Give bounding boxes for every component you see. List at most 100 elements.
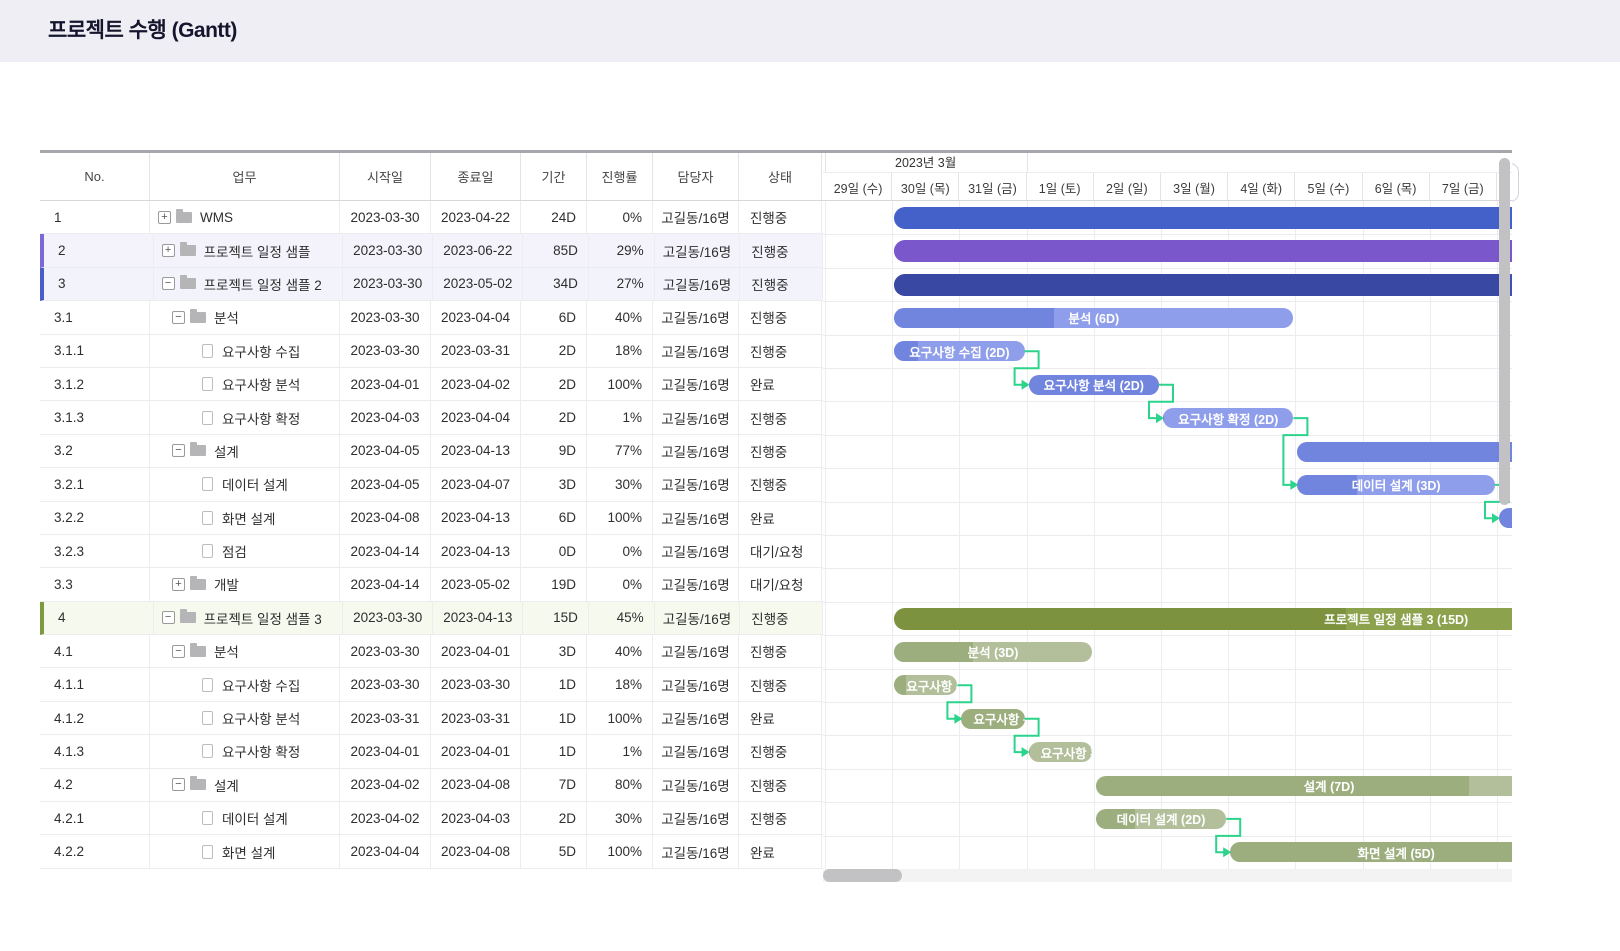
column-header: No. [40,153,150,200]
gantt-day-row: 29일 (수)30일 (목)31일 (금)1일 (토)2일 (일)3일 (월)4… [825,173,1497,201]
day-header-cell: 7일 (금) [1430,173,1497,201]
cell-progress: 0% [587,535,653,567]
cell-progress: 1% [587,735,653,767]
cell-assignee: 고길동/16명 [653,802,739,834]
dependency-line [947,685,971,718]
cell-start-date: 2023-04-03 [340,401,431,433]
table-row[interactable]: 1+WMS2023-03-302023-04-2224D0%고길동/16명진행중 [40,201,823,234]
table-row[interactable]: 3.2−설계2023-04-052023-04-139D77%고길동/16명진행… [40,435,823,468]
table-row[interactable]: 4.1−분석2023-03-302023-04-013D40%고길동/16명진행… [40,635,823,668]
cell-duration: 2D [521,368,587,400]
cell-no: 3.3 [40,568,150,600]
cell-progress: 30% [587,802,653,834]
cell-end-date: 2023-04-22 [431,201,521,233]
table-row[interactable]: 4.1.3요구사항 확정2023-04-012023-04-011D1%고길동/… [40,735,823,768]
file-icon [202,811,213,825]
table-row[interactable]: 4−프로젝트 일정 샘플 32023-03-302023-04-1315D45%… [40,602,823,635]
expand-icon[interactable]: + [162,244,175,257]
vertical-scrollbar[interactable] [1499,158,1510,505]
day-header-cell: 30일 (목) [892,173,959,201]
table-row[interactable]: 2+프로젝트 일정 샘플2023-03-302023-06-2285D29%고길… [40,234,823,267]
task-name: 설계 [214,775,239,795]
table-row[interactable]: 3.1.2요구사항 분석2023-04-012023-04-022D100%고길… [40,368,823,401]
cell-assignee: 고길동/16명 [653,435,739,467]
cell-no: 1 [40,201,150,233]
expand-icon[interactable]: + [172,578,185,591]
task-name: 화면 설계 [222,508,275,528]
collapse-icon[interactable]: − [172,778,185,791]
cell-start-date: 2023-03-30 [340,668,431,700]
gantt-month-label: 2023년 3월 [895,153,956,173]
collapse-icon[interactable]: − [172,444,185,457]
table-row[interactable]: 4.1.2요구사항 분석2023-03-312023-03-311D100%고길… [40,702,823,735]
cell-status: 진행중 [740,602,823,634]
dependency-line [1015,719,1039,752]
table-row[interactable]: 4.2.2화면 설계2023-04-042023-04-085D100%고길동/… [40,835,823,868]
collapse-icon[interactable]: − [162,277,175,290]
cell-no: 4.1.2 [40,702,150,734]
table-row[interactable]: 4.1.1요구사항 수집2023-03-302023-03-301D18%고길동… [40,668,823,701]
table-row[interactable]: 3.2.2화면 설계2023-04-082023-04-136D100%고길동/… [40,502,823,535]
folder-icon [180,612,196,623]
cell-end-date: 2023-04-07 [431,468,521,500]
cell-task: −분석 [150,301,340,333]
expand-icon[interactable]: + [158,211,171,224]
cell-task: +프로젝트 일정 샘플 [154,234,343,266]
table-row[interactable]: 3.1.1요구사항 수집2023-03-302023-03-312D18%고길동… [40,335,823,368]
cell-no: 2 [44,234,154,266]
task-name: 요구사항 확정 [222,741,300,761]
column-header: 종료일 [431,153,521,200]
cell-end-date: 2023-04-01 [431,735,521,767]
table-row[interactable]: 3−프로젝트 일정 샘플 22023-03-302023-05-0234D27%… [40,268,823,301]
cell-assignee: 고길동/16명 [653,835,739,867]
cell-start-date: 2023-03-30 [340,335,431,367]
cell-assignee: 고길동/16명 [655,234,741,266]
cell-start-date: 2023-04-05 [340,435,431,467]
cell-no: 4.2.1 [40,802,150,834]
table-row[interactable]: 4.2−설계2023-04-022023-04-087D80%고길동/16명진행… [40,769,823,802]
day-header-cell: 2일 (일) [1094,173,1161,201]
table-body: 1+WMS2023-03-302023-04-2224D0%고길동/16명진행중… [40,201,823,869]
collapse-icon[interactable]: − [162,611,175,624]
cell-no: 4.2 [40,769,150,801]
title-bar: 프로젝트 수행 (Gantt) [0,0,1620,62]
table-row[interactable]: 4.2.1데이터 설계2023-04-022023-04-032D30%고길동/… [40,802,823,835]
file-icon [202,678,213,692]
table-row[interactable]: 3.3+개발2023-04-142023-05-0219D0%고길동/16명대기… [40,568,823,601]
cell-progress: 100% [587,368,653,400]
cell-duration: 0D [521,535,587,567]
horizontal-scrollbar-thumb[interactable] [823,869,902,882]
cell-no: 4 [44,602,154,634]
table-row[interactable]: 3.1−분석2023-03-302023-04-046D40%고길동/16명진행… [40,301,823,334]
cell-progress: 100% [587,502,653,534]
cell-progress: 29% [589,234,655,266]
task-name: WMS [200,210,233,225]
dependency-line [1216,819,1240,852]
cell-start-date: 2023-04-01 [340,735,431,767]
cell-progress: 0% [587,568,653,600]
day-header-cell: 29일 (수) [825,173,892,201]
dependency-line [1283,418,1307,485]
dependency-arrow-icon [1223,847,1231,857]
cell-end-date: 2023-04-13 [431,535,521,567]
table-row[interactable]: 3.1.3요구사항 확정2023-04-032023-04-042D1%고길동/… [40,401,823,434]
cell-end-date: 2023-04-01 [431,635,521,667]
cell-start-date: 2023-04-02 [340,769,431,801]
task-name: 요구사항 분석 [222,374,300,394]
cell-end-date: 2023-03-30 [431,668,521,700]
cell-end-date: 2023-03-31 [431,702,521,734]
cell-assignee: 고길동/16명 [655,268,741,300]
cell-end-date: 2023-06-22 [433,234,523,266]
column-header: 시작일 [340,153,431,200]
cell-status: 진행중 [739,802,822,834]
table-row[interactable]: 3.2.1데이터 설계2023-04-052023-04-073D30%고길동/… [40,468,823,501]
cell-assignee: 고길동/16명 [653,769,739,801]
cell-duration: 1D [521,735,587,767]
cell-no: 3.2.1 [40,468,150,500]
dependency-arrow-icon [1156,413,1164,423]
collapse-icon[interactable]: − [172,311,185,324]
cell-no: 3.2.3 [40,535,150,567]
collapse-icon[interactable]: − [172,645,185,658]
horizontal-scrollbar-track[interactable] [823,869,1512,882]
table-row[interactable]: 3.2.3점검2023-04-142023-04-130D0%고길동/16명대기… [40,535,823,568]
